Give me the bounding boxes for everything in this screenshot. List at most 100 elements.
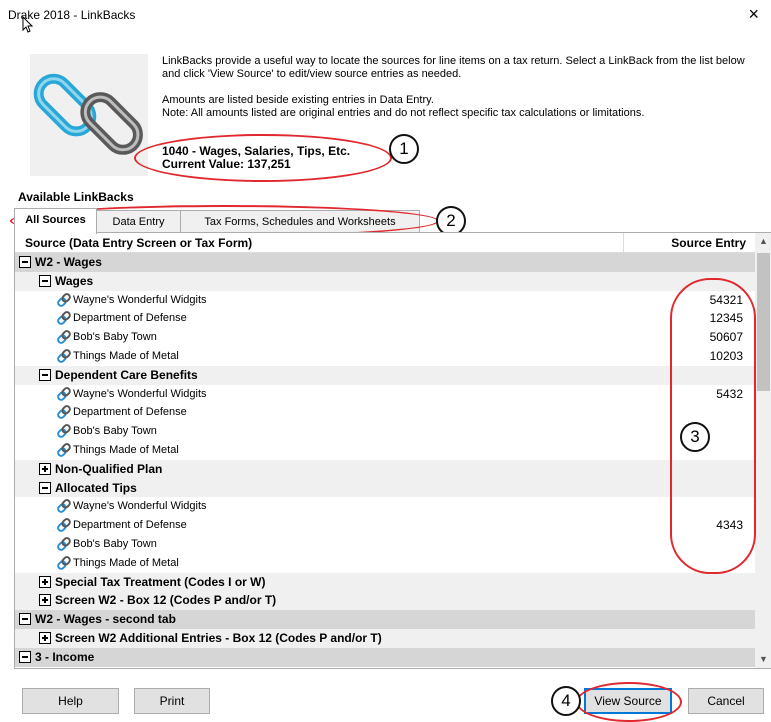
tree-row-label: Dependent Care Benefits: [55, 367, 198, 382]
tree-subgroup-row[interactable]: Allocated Tips: [15, 478, 755, 498]
chain-link-icon: [57, 311, 71, 326]
tree-row-label: Department of Defense: [73, 406, 187, 419]
chain-link-icon: [33, 73, 143, 155]
chain-link-icon: [57, 386, 71, 401]
tree-row-label: Wayne's Wonderful Widgits: [73, 387, 207, 400]
tree-group-row[interactable]: W2 - Wages - second tab: [15, 610, 755, 629]
tree-item-row[interactable]: Bob's Baby Town 50607: [15, 328, 755, 347]
current-value: Current Value: 137,251: [162, 157, 291, 171]
tree-row-label: Things Made of Metal: [73, 556, 179, 569]
chain-link-icon: [57, 499, 71, 514]
tree-row-label: W2 - Wages - second tab: [35, 612, 176, 627]
tree-subgroup-row[interactable]: Screen W2 - Box 12 (Codes P and/or T): [15, 591, 755, 611]
tree-item-row[interactable]: Things Made of Metal: [15, 441, 755, 460]
tree-row-label: Department of Defense: [73, 312, 187, 325]
chain-link-icon: [57, 443, 71, 457]
chain-link-icon: [57, 555, 71, 570]
chain-link-icon: [57, 349, 71, 363]
tree-row-label: Allocated Tips: [55, 480, 137, 495]
chain-link-icon: [57, 405, 71, 420]
source-entry-value: 10203: [709, 348, 743, 363]
annotation-badge-1: 1: [389, 134, 419, 164]
intro-paragraph-1: LinkBacks provide a useful way to locate…: [162, 55, 745, 80]
tree-row-label: Wages: [55, 273, 94, 288]
tree-item-row[interactable]: Department of Defense 4343: [15, 516, 755, 535]
linkbacks-tree[interactable]: Source (Data Entry Screen or Tax Form) S…: [14, 232, 771, 669]
collapse-icon[interactable]: [39, 368, 51, 381]
source-entry-value: 4343: [716, 518, 743, 533]
tree-subgroup-row[interactable]: Screen W2 Additional Entries - Box 12 (C…: [15, 628, 755, 648]
tab-data-entry[interactable]: Data Entry: [96, 210, 181, 233]
tab-tax-forms[interactable]: Tax Forms, Schedules and Worksheets: [180, 210, 420, 233]
expand-icon[interactable]: [39, 575, 51, 588]
vertical-scrollbar[interactable]: ▲ ▼: [755, 233, 771, 668]
intro-paragraph-2-line-1: Amounts are listed beside existing entri…: [162, 94, 434, 106]
help-button[interactable]: Help: [22, 688, 119, 714]
line-item-name: 1040 - Wages, Salaries, Tips, Etc.: [162, 144, 351, 158]
tree-group-row[interactable]: W2 - Wages: [15, 253, 755, 272]
scroll-down-icon[interactable]: ▼: [755, 651, 771, 668]
available-linkbacks-label: Available LinkBacks: [18, 190, 134, 204]
cancel-button[interactable]: Cancel: [688, 688, 764, 714]
tree-row-label: Bob's Baby Town: [73, 331, 157, 344]
tab-all-sources[interactable]: All Sources: [14, 208, 97, 234]
chain-link-icon: [57, 424, 71, 439]
scroll-up-icon[interactable]: ▲: [755, 233, 771, 250]
expand-icon[interactable]: [39, 462, 51, 475]
tree-row-label: Special Tax Treatment (Codes I or W): [55, 574, 266, 589]
tree-item-row[interactable]: Department of Defense: [15, 403, 755, 422]
table-header: Source (Data Entry Screen or Tax Form) S…: [15, 233, 755, 253]
print-button[interactable]: Print: [134, 688, 210, 714]
close-button[interactable]: ×: [748, 4, 759, 24]
collapse-icon[interactable]: [19, 650, 31, 663]
tree-subgroup-row[interactable]: Non-Qualified Plan: [15, 459, 755, 479]
collapse-icon[interactable]: [39, 274, 51, 287]
tree-item-row[interactable]: Wayne's Wonderful Widgits 54321: [15, 291, 755, 310]
tree-item-row[interactable]: Bob's Baby Town: [15, 422, 755, 441]
tree-item-row[interactable]: Wayne's Wonderful Widgits: [15, 497, 755, 516]
intro-text: LinkBacks provide a useful way to locate…: [162, 55, 762, 120]
collapse-icon[interactable]: [19, 256, 31, 268]
tree-row-label: Screen W2 Additional Entries - Box 12 (C…: [55, 630, 382, 645]
tree-row-label: Wayne's Wonderful Widgits: [73, 293, 207, 306]
tree-item-row[interactable]: Things Made of Metal: [15, 554, 755, 573]
tree-subgroup-row[interactable]: Wages: [15, 271, 755, 291]
source-column-header[interactable]: Source (Data Entry Screen or Tax Form): [25, 236, 252, 250]
scrollbar-thumb[interactable]: [757, 253, 770, 391]
annotation-badge-4: 4: [551, 686, 581, 716]
intro-paragraph-2-line-2: Note: All amounts listed are original en…: [162, 107, 645, 119]
tree-row-label: Wayne's Wonderful Widgits: [73, 500, 207, 513]
expand-icon[interactable]: [39, 631, 51, 644]
tree-item-row[interactable]: Department of Defense 12345: [15, 309, 755, 328]
tree-row-label: Screen W2 - Box 12 (Codes P and/or T): [55, 593, 277, 608]
tree-row-label: 3 - Income: [35, 649, 95, 664]
chain-link-icon: [57, 537, 71, 551]
chain-link-logo: [30, 54, 148, 176]
chain-link-icon: [57, 292, 71, 307]
collapse-icon[interactable]: [19, 613, 31, 626]
tree-group-row[interactable]: 3 - Income: [15, 647, 755, 667]
tree-item-row[interactable]: Things Made of Metal 10203: [15, 347, 755, 366]
chain-link-icon: [57, 518, 71, 532]
source-entry-value: 50607: [709, 330, 743, 345]
title-bar: Drake 2018 - LinkBacks ×: [0, 0, 771, 30]
tree-row-label: W2 - Wages: [35, 255, 102, 269]
tree-item-row[interactable]: Bob's Baby Town: [15, 535, 755, 554]
expand-icon[interactable]: [39, 594, 51, 607]
view-source-button[interactable]: View Source: [584, 688, 672, 714]
tree-row-label: Department of Defense: [73, 519, 187, 532]
tree-row-label: Bob's Baby Town: [73, 425, 157, 438]
tree-row-label: Things Made of Metal: [73, 443, 179, 456]
source-entry-value: 5432: [716, 386, 743, 401]
tree-subgroup-row[interactable]: Dependent Care Benefits: [15, 365, 755, 385]
tree-item-row[interactable]: Wayne's Wonderful Widgits 5432: [15, 385, 755, 404]
tree-subgroup-row[interactable]: Special Tax Treatment (Codes I or W): [15, 572, 755, 592]
tree-row-label: Bob's Baby Town: [73, 537, 157, 550]
collapse-icon[interactable]: [39, 481, 51, 494]
source-entry-value: 54321: [709, 292, 743, 307]
source-entry-column-header[interactable]: Source Entry: [671, 236, 746, 250]
tree-row-label: Things Made of Metal: [73, 349, 179, 362]
tree-row-label: Non-Qualified Plan: [55, 461, 163, 476]
mouse-cursor-icon: [22, 16, 34, 33]
tree-rows: W2 - Wages Wages Wayne's Wonderful Widgits…: [15, 253, 755, 667]
